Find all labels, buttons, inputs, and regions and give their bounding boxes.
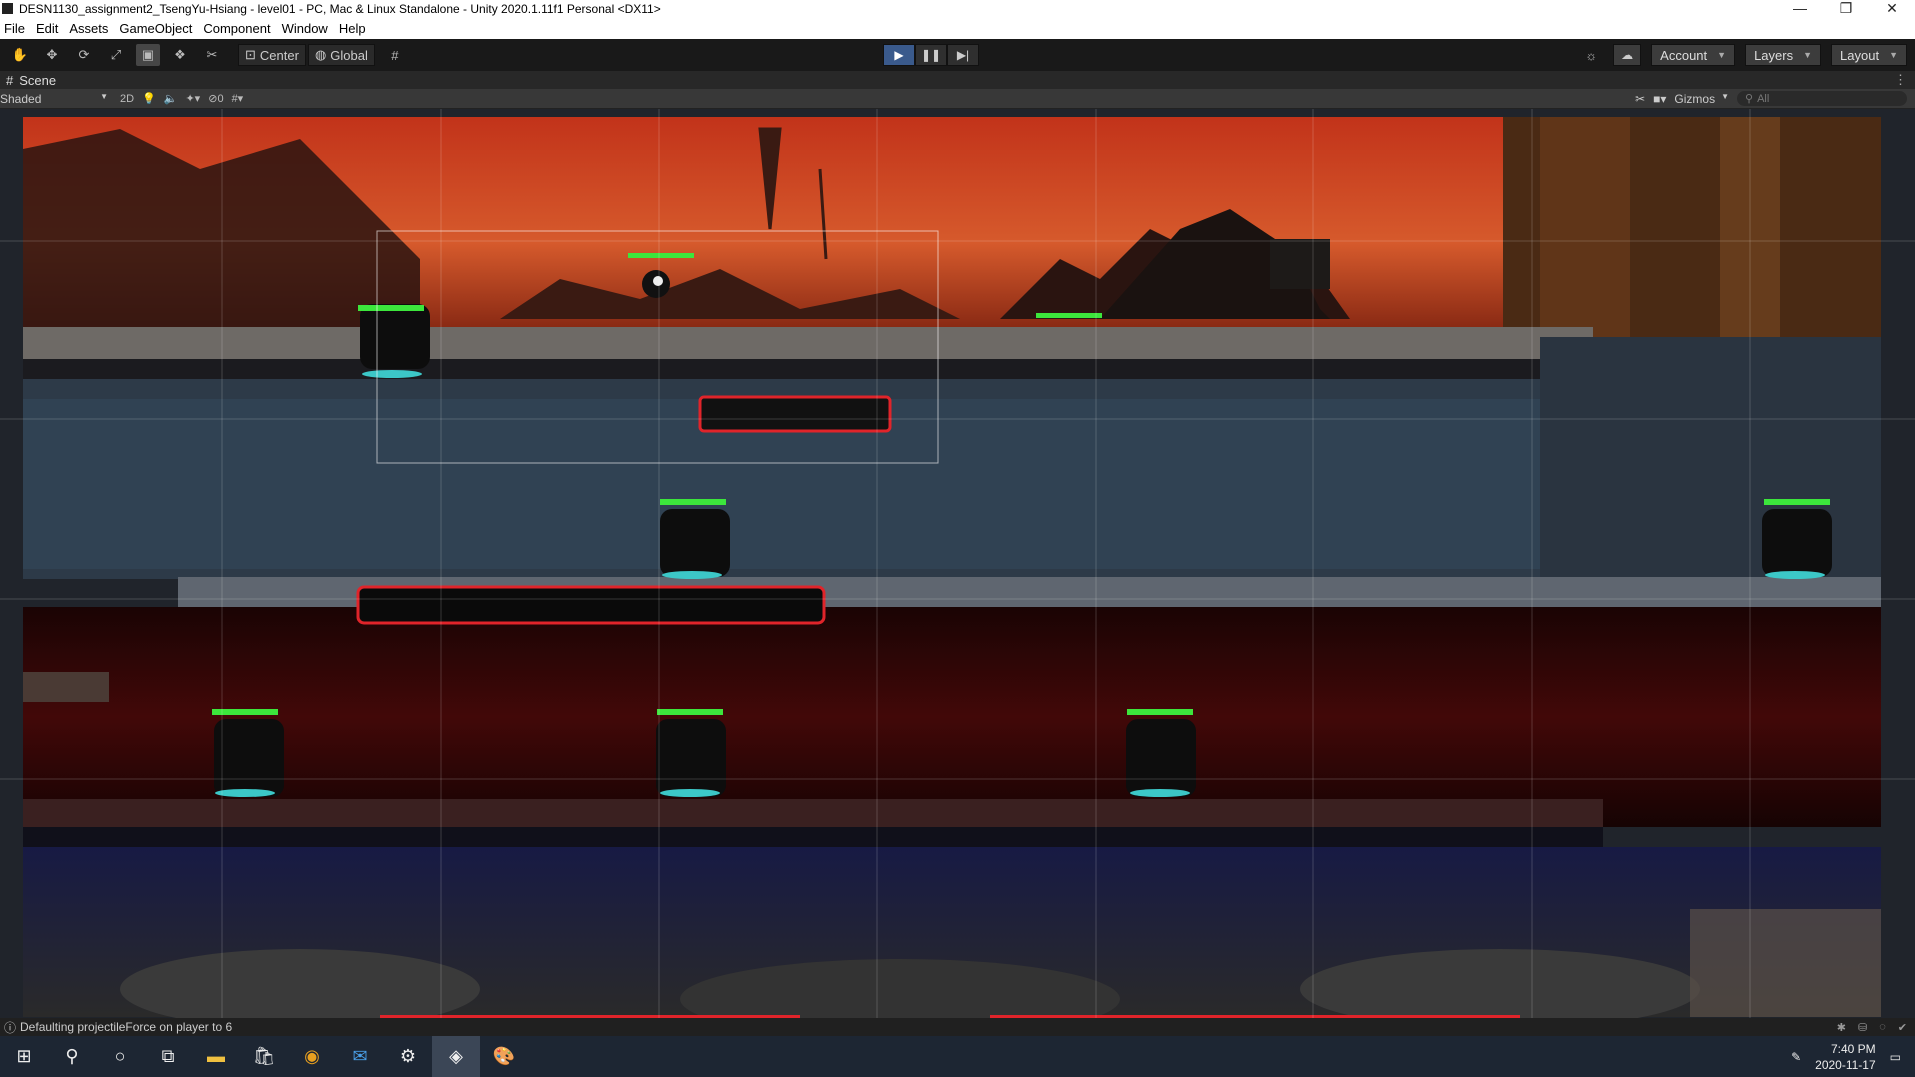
scene-search-input[interactable]: ⚲ All <box>1737 91 1907 106</box>
chevron-down-icon: ▼ <box>1717 50 1727 60</box>
space-toggle[interactable]: ◍ Global <box>307 44 375 66</box>
layers-label: Layers <box>1754 47 1794 63</box>
chevron-down-icon: ▼ <box>1721 91 1729 101</box>
layout-dropdown[interactable]: Layout ▼ <box>1831 44 1907 66</box>
unity-app-icon <box>2 3 13 14</box>
toggle-2d-button[interactable]: 2D <box>120 93 134 105</box>
collab-icon[interactable]: ☼ <box>1579 44 1603 66</box>
grid-toggle-icon[interactable]: #▾ <box>232 92 244 105</box>
debug-icon[interactable]: ✱ <box>1837 1021 1846 1034</box>
rotate-tool-icon[interactable]: ⟳ <box>72 44 96 66</box>
clock-date: 2020-11-17 <box>1815 1057 1876 1072</box>
windows-taskbar: ⊞ ⚲ ○ ⧉ ▬ 🛍 ◉ ✉ ⚙ ◈ 🎨 ✎ 7:40 PM 2020-11-… <box>0 1036 1915 1077</box>
task-view-icon[interactable]: ⧉ <box>144 1036 192 1077</box>
start-button-icon[interactable]: ⊞ <box>0 1036 48 1077</box>
draw-mode-dropdown[interactable]: Shaded ▼ <box>0 92 112 106</box>
chevron-down-icon: ▼ <box>1803 50 1813 60</box>
gizmos-label: Gizmos <box>1674 91 1716 106</box>
scene-viewport[interactable] <box>0 109 1915 1018</box>
main-toolbar: ✋ ✥ ⟳ ⤢ ▣ ❖ ✂ ⊡ Center ◍ Global # ▶ ❚❚ ▶… <box>0 39 1915 71</box>
search-placeholder: All <box>1757 92 1770 105</box>
window-title: DESN1130_assignment2_TsengYu-Hsiang - le… <box>19 1 661 16</box>
hazard-bar-middle <box>356 585 826 625</box>
menu-assets[interactable]: Assets <box>65 21 115 36</box>
pivot-label: Center <box>259 47 299 63</box>
close-button[interactable]: ✕ <box>1869 0 1915 17</box>
maximize-button[interactable]: ❐ <box>1823 0 1869 17</box>
cloud-icon[interactable]: ☁ <box>1613 44 1642 66</box>
lighting-icon[interactable]: 💡 <box>142 92 156 105</box>
status-message[interactable]: Defaulting projectileForce on player to … <box>20 1020 232 1034</box>
hidden-objects-icon[interactable]: ⊘0 <box>208 92 223 105</box>
info-icon: ⓘ <box>4 1020 17 1035</box>
unity-taskbar-icon[interactable]: ◈ <box>432 1036 480 1077</box>
hand-tool-icon[interactable]: ✋ <box>8 44 32 66</box>
space-label: Global <box>330 47 368 63</box>
step-button[interactable]: ▶| <box>947 44 979 66</box>
pen-icon[interactable]: ✎ <box>1791 1050 1801 1064</box>
tab-scene[interactable]: # Scene <box>0 73 62 88</box>
pivot-icon: ⊡ <box>245 47 256 62</box>
scale-tool-icon[interactable]: ⤢ <box>104 44 128 66</box>
camera-icon[interactable]: ■▾ <box>1653 92 1666 106</box>
menu-file[interactable]: File <box>0 21 32 36</box>
red-machinery-background <box>23 607 1881 827</box>
draw-mode-label: Shaded <box>0 91 42 106</box>
gizmos-dropdown[interactable]: Gizmos ▼ <box>1674 92 1729 106</box>
search-icon[interactable]: ⚲ <box>48 1036 96 1077</box>
menu-window[interactable]: Window <box>278 21 335 36</box>
cache-icon[interactable]: ⛁ <box>1858 1021 1867 1034</box>
play-controls: ▶ ❚❚ ▶| <box>883 44 979 66</box>
grid-snap-icon[interactable]: # <box>383 44 407 66</box>
menu-bar: File Edit Assets GameObject Component Wi… <box>0 17 1915 39</box>
cortana-icon[interactable]: ○ <box>96 1036 144 1077</box>
account-label: Account <box>1660 47 1708 63</box>
layers-dropdown[interactable]: Layers ▼ <box>1745 44 1822 66</box>
window-titlebar: DESN1130_assignment2_TsengYu-Hsiang - le… <box>0 0 1915 17</box>
chevron-down-icon: ▼ <box>100 91 108 101</box>
menu-help[interactable]: Help <box>335 21 373 36</box>
more-options-icon[interactable]: ⋮ <box>1894 72 1907 88</box>
move-tool-icon[interactable]: ✥ <box>40 44 64 66</box>
custom-tool-icon[interactable]: ✂ <box>200 44 224 66</box>
clock-time: 7:40 PM <box>1830 1041 1876 1056</box>
hidden-count: 0 <box>217 93 224 105</box>
menu-edit[interactable]: Edit <box>32 21 65 36</box>
menu-gameobject[interactable]: GameObject <box>115 21 199 36</box>
paint-icon[interactable]: 🎨 <box>480 1036 528 1077</box>
pause-button[interactable]: ❚❚ <box>915 44 947 66</box>
mail-icon[interactable]: ✉ <box>336 1036 384 1077</box>
scene-tab-bar: # Scene ⋮ <box>0 71 1915 89</box>
chevron-down-icon: ▼ <box>1889 50 1898 60</box>
transform-tool-icon[interactable]: ❖ <box>168 44 192 66</box>
scene-tab-label: Scene <box>19 72 57 88</box>
pivot-toggle[interactable]: ⊡ Center <box>238 44 306 66</box>
account-dropdown[interactable]: Account ▼ <box>1651 44 1736 66</box>
progress-icon[interactable]: ◌ <box>1879 1021 1886 1034</box>
menu-component[interactable]: Component <box>199 21 277 36</box>
store-icon[interactable]: 🛍 <box>240 1036 288 1077</box>
rect-tool-icon[interactable]: ▣ <box>136 44 160 66</box>
effects-icon[interactable]: ✦▾ <box>185 92 200 105</box>
hazard-bar-top <box>698 395 892 433</box>
audio-icon[interactable]: 🔈 <box>164 92 178 105</box>
play-button[interactable]: ▶ <box>883 44 915 66</box>
chrome-icon[interactable]: ◉ <box>288 1036 336 1077</box>
scene-render <box>0 109 1915 1018</box>
notification-icon[interactable]: ▭ <box>1890 1050 1901 1064</box>
status-bar: ⓘ Defaulting projectileForce on player t… <box>0 1018 1915 1036</box>
check-icon[interactable]: ✔ <box>1898 1021 1907 1034</box>
clock[interactable]: 7:40 PM 2020-11-17 <box>1815 1041 1876 1073</box>
lower-platform <box>23 799 1603 827</box>
scene-options-bar: Shaded ▼ 2D 💡 🔈 ✦▾ ⊘0 #▾ ✂ ■▾ Gizmos ▼ ⚲… <box>0 89 1915 109</box>
settings-gear-icon[interactable]: ⚙ <box>384 1036 432 1077</box>
search-icon: ⚲ <box>1745 93 1754 105</box>
tools-icon[interactable]: ✂ <box>1635 92 1645 106</box>
minimize-button[interactable]: — <box>1777 0 1823 17</box>
file-explorer-icon[interactable]: ▬ <box>192 1036 240 1077</box>
layout-label: Layout <box>1840 47 1880 63</box>
globe-icon: ◍ <box>314 47 327 62</box>
scene-grid-icon: # <box>6 72 14 88</box>
